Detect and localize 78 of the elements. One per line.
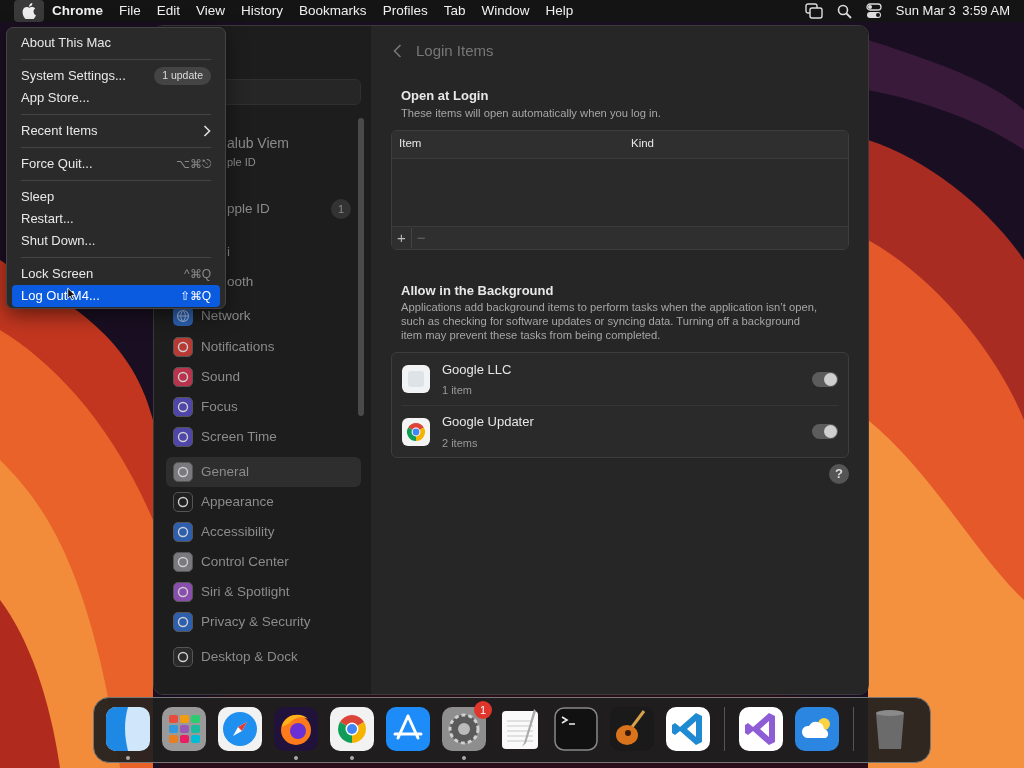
menu-bar-item[interactable]: Window: [473, 0, 538, 22]
sidebar-item[interactable]: Network: [201, 305, 251, 327]
item-name: Google LLC: [442, 360, 512, 379]
ribbon-icon[interactable]: [666, 707, 710, 751]
menu-bar-item[interactable]: Profiles: [374, 0, 436, 22]
sidebar-item[interactable]: Control Center: [166, 547, 361, 577]
help-button[interactable]: ?: [829, 464, 849, 484]
profile-name[interactable]: alub Viem: [227, 133, 361, 154]
menu-bar-item[interactable]: History: [233, 0, 292, 22]
sidebar-item[interactable]: Siri & Spotlight: [166, 577, 361, 607]
keyboard-shortcut: ^⌘Q: [184, 266, 211, 283]
sidebar-item[interactable]: Privacy & Security: [166, 607, 361, 637]
sidebar-item[interactable]: General: [166, 457, 361, 487]
sidebar-item[interactable]: Appearance: [166, 487, 361, 517]
menu-bar-item[interactable]: Help: [537, 0, 582, 22]
toggle-switch[interactable]: [812, 371, 838, 387]
terminal-icon[interactable]: [554, 707, 598, 751]
search-icon[interactable]: [836, 3, 852, 19]
menu-item[interactable]: About This Mac: [12, 32, 220, 54]
gear-icon[interactable]: [442, 707, 486, 751]
back-button[interactable]: [393, 44, 402, 58]
sidebar-item[interactable]: Desktop & Dock: [166, 642, 361, 672]
menu-item[interactable]: Sleep: [12, 186, 220, 208]
app-grid-icon[interactable]: [162, 707, 206, 751]
menu-bar-item[interactable]: View: [188, 0, 234, 22]
windows-icon[interactable]: [804, 3, 823, 19]
guitar-icon[interactable]: [610, 707, 654, 751]
sidebar-item[interactable]: Sound: [166, 362, 361, 392]
update-badge: 1 update: [154, 67, 211, 85]
column-header: Kind: [630, 136, 655, 152]
sidebar-item[interactable]: ooth: [227, 271, 254, 293]
item-detail: 1 item: [442, 383, 473, 398]
profile-subtitle: ple ID: [227, 155, 257, 170]
count-badge: 1: [331, 199, 351, 219]
blank-app-icon: [402, 365, 430, 393]
item-name: Google Updater: [442, 413, 534, 431]
compass-icon[interactable]: [218, 707, 262, 751]
control-toggles-icon[interactable]: [865, 3, 882, 19]
menu-item-label[interactable]: Lock Screen: [21, 264, 94, 284]
menu-bar-item[interactable]: Tab: [435, 0, 474, 22]
apple-logo-icon[interactable]: [22, 3, 36, 19]
apple-menu-button[interactable]: [14, 0, 44, 22]
add-button[interactable]: +: [392, 227, 411, 248]
menu-bar-item[interactable]: File: [111, 0, 149, 22]
sidebar-item[interactable]: Focus: [166, 392, 361, 422]
section-description: Applications add background items to perform tasks when the application isn’t open, such as checking for software updates or syncing data. Turning off a background item may prevent these tasks from being completed.: [401, 300, 819, 342]
sidebar-item[interactable]: Notifications: [166, 332, 361, 362]
scrollbar[interactable]: [358, 118, 364, 416]
ribbon-icon[interactable]: [739, 707, 783, 751]
keyboard-shortcut: ⌥⌘⎋: [176, 156, 211, 173]
menu-item-label[interactable]: System Settings...: [21, 66, 126, 86]
sidebar-item[interactable]: Accessibility: [166, 517, 361, 547]
menu-item[interactable]: Shut Down...: [12, 230, 220, 252]
page-title: Login Items: [416, 40, 494, 61]
cloud-icon[interactable]: [795, 707, 839, 751]
letter-a-icon[interactable]: [386, 707, 430, 751]
section-heading: Open at Login: [401, 87, 490, 105]
menu-item[interactable]: App Store...: [12, 87, 220, 109]
menu-bar-item[interactable]: Bookmarks: [291, 0, 375, 22]
column-header: Item: [398, 136, 423, 152]
menu-bar-clock[interactable]: 3:59 AM: [962, 1, 1010, 21]
menu-item[interactable]: Restart...: [12, 208, 220, 230]
sidebar-item[interactable]: pple ID: [227, 198, 270, 220]
split-square-icon[interactable]: [106, 707, 150, 751]
chevron-left-icon: [393, 44, 402, 58]
flame-globe-icon[interactable]: [274, 707, 318, 751]
toggle-switch[interactable]: [812, 424, 838, 439]
sidebar-item[interactable]: Screen Time: [166, 422, 361, 452]
item-detail: 2 items: [442, 435, 479, 451]
menu-item-label[interactable]: Force Quit...: [21, 154, 93, 174]
keyboard-shortcut: ⇧⌘Q: [179, 288, 211, 305]
notification-badge: 1: [474, 701, 492, 719]
menu-bar-date[interactable]: Sun Mar 3: [895, 1, 956, 21]
section-description: These items will open automatically when you log in.: [401, 105, 662, 120]
menu-item-label[interactable]: Recent Items: [21, 121, 98, 141]
section-heading: Allow in the Background: [401, 281, 555, 300]
app-menu-title[interactable]: Chrome: [44, 0, 111, 22]
menu-bar-item[interactable]: Edit: [148, 0, 189, 22]
